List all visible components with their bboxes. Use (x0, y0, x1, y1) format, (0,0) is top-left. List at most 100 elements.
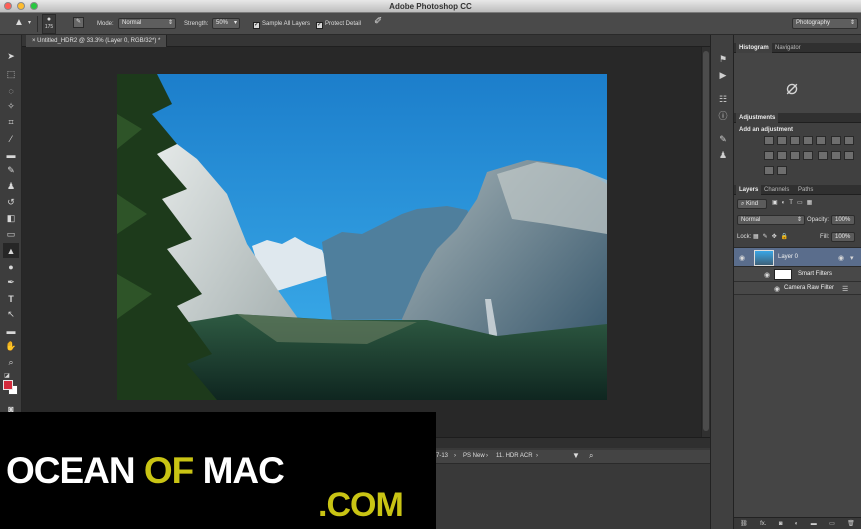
link-layers-icon[interactable]: ⛓ (740, 520, 748, 527)
actions-panel-icon[interactable]: ▶ (717, 69, 729, 81)
brightness-contrast-icon[interactable] (764, 136, 774, 145)
invert-icon[interactable] (817, 151, 828, 160)
lasso-tool-icon[interactable]: ◌ (3, 83, 19, 98)
mode-select[interactable]: Normal ⇕ (118, 18, 176, 29)
dodge-tool-icon[interactable]: ● (3, 259, 19, 274)
new-layer-icon[interactable]: ▭ (829, 520, 835, 527)
delete-layer-icon[interactable]: 🗑 (847, 520, 855, 527)
layer-style-icon[interactable]: fx. (760, 521, 766, 527)
sharpen-tool-icon[interactable]: ▲ (3, 243, 19, 258)
filter-mask-thumbnail (774, 269, 792, 280)
clone-stamp-tool-icon[interactable]: ♟ (3, 179, 19, 194)
opacity-input[interactable]: 100% (831, 215, 855, 225)
tab-adjustments[interactable]: Adjustments (736, 113, 779, 123)
tab-paths[interactable]: Paths (795, 185, 816, 195)
layer-row-selected[interactable]: ◉ Layer 0 ◉ ▾ (734, 247, 861, 267)
sample-all-layers-checkbox[interactable]: ✓ Sample All Layers (253, 18, 310, 30)
quick-selection-tool-icon[interactable]: ✧ (3, 99, 19, 114)
search-icon[interactable]: ⌕ (589, 451, 593, 461)
brush-tool-icon[interactable]: ✎ (3, 163, 19, 178)
tab-channels[interactable]: Channels (761, 185, 792, 195)
workspace-select[interactable]: Photography ⇕ (792, 18, 858, 29)
healing-brush-tool-icon[interactable]: ▬ (3, 147, 19, 162)
smart-filter-toggle-icon[interactable]: ◉ (838, 254, 844, 262)
rectangle-tool-icon[interactable]: ▬ (3, 323, 19, 338)
new-group-icon[interactable]: ▬ (811, 521, 817, 527)
layer-filter-icons[interactable]: ▣◐T▭▦ (772, 198, 816, 209)
add-mask-icon[interactable]: ◙ (779, 521, 783, 527)
selective-color-icon[interactable] (777, 166, 787, 175)
scrollbar-thumb[interactable] (703, 51, 709, 431)
type-tool-icon[interactable]: T (3, 291, 19, 306)
threshold-icon[interactable] (843, 151, 854, 160)
info-panel-icon[interactable]: ⓘ (717, 109, 729, 121)
color-balance-icon[interactable] (843, 136, 854, 145)
tab-histogram[interactable]: Histogram (736, 43, 772, 53)
levels-icon[interactable] (777, 136, 787, 145)
color-lookup-icon[interactable] (803, 151, 813, 160)
filter-icon[interactable]: ▼ (572, 451, 580, 460)
history-brush-tool-icon[interactable]: ↺ (3, 195, 19, 210)
channel-mixer-icon[interactable] (790, 151, 800, 160)
path-selection-tool-icon[interactable]: ↖ (3, 307, 19, 322)
pressure-pen-icon[interactable]: ✐ (374, 16, 382, 28)
tool-preset-dropdown[interactable]: ▾ (28, 17, 31, 29)
brush-panel-icon[interactable]: ✎ (717, 133, 729, 145)
visibility-eye-icon[interactable]: ◉ (764, 271, 770, 279)
blend-mode-select[interactable]: Normal ⇕ (737, 215, 805, 225)
vibrance-icon[interactable] (816, 136, 826, 145)
sharpen-tool-icon[interactable]: ▲ (14, 17, 24, 29)
adjustment-layer-icon[interactable]: ◐ (795, 521, 799, 527)
breadcrumb-item[interactable]: PS New (463, 453, 485, 459)
layer-name: Smart Filters (798, 271, 833, 277)
posterize-icon[interactable] (830, 151, 841, 160)
breadcrumb-item[interactable]: 7-13 (436, 453, 448, 459)
layer-thumbnail (754, 250, 774, 266)
chevron-right-icon: › (454, 453, 456, 459)
exposure-icon[interactable] (803, 136, 813, 145)
layer-row[interactable]: ◉ Smart Filters (734, 267, 861, 282)
checkmark-icon: ✓ (253, 22, 260, 29)
strength-input[interactable]: 50% ▾ (212, 18, 240, 29)
pen-tool-icon[interactable]: ✒ (3, 275, 19, 290)
history-panel-icon[interactable]: ⚑ (717, 53, 729, 65)
clone-source-panel-icon[interactable]: ♟ (717, 149, 729, 161)
tab-navigator[interactable]: Navigator (772, 43, 804, 53)
layer-kind-filter[interactable]: ⌕ Kind (737, 199, 767, 209)
brush-preset-picker[interactable]: ● 175 (42, 14, 56, 34)
expand-icon[interactable]: ▾ (850, 254, 854, 262)
gradient-tool-icon[interactable]: ▭ (3, 227, 19, 242)
visibility-eye-icon[interactable]: ◉ (774, 285, 780, 293)
hand-tool-icon[interactable]: ✋ (3, 339, 19, 354)
options-bar: ▲ ▾ ● 175 ✎ Mode: Normal ⇕ Strength: 50%… (0, 13, 861, 35)
properties-panel-icon[interactable]: ☷ (717, 93, 729, 105)
watermark-com: .COM (318, 486, 404, 524)
fill-input[interactable]: 100% (831, 232, 855, 242)
tab-layers[interactable]: Layers (736, 185, 762, 195)
protect-detail-checkbox[interactable]: ✓ Protect Detail (316, 18, 361, 30)
eyedropper-tool-icon[interactable]: ⁄ (3, 131, 19, 146)
hue-saturation-icon[interactable] (830, 136, 841, 145)
move-tool-icon[interactable]: ➤ (3, 49, 19, 64)
lock-buttons[interactable]: ▦✎✥🔒 (753, 232, 792, 243)
crop-tool-icon[interactable]: ⌗ (3, 115, 19, 130)
workspace-value: Photography (796, 20, 831, 26)
visibility-eye-icon[interactable]: ◉ (739, 254, 745, 262)
document-tab[interactable]: × Untitled_HDR2 @ 33.3% (Layer 0, RGB/32… (26, 35, 168, 47)
layers-list-empty-area[interactable] (734, 295, 861, 517)
document-image[interactable] (117, 74, 607, 400)
black-white-icon[interactable] (764, 151, 774, 160)
gradient-map-icon[interactable] (764, 166, 774, 175)
chevron-right-icon: › (536, 453, 538, 459)
foreground-color-swatch[interactable] (3, 380, 13, 390)
curves-icon[interactable] (790, 136, 800, 145)
filter-options-icon[interactable]: ☰ (842, 285, 848, 293)
layer-row[interactable]: ◉ Camera Raw Filter ☰ (734, 282, 861, 295)
breadcrumb-item[interactable]: 11. HDR ACR (496, 453, 533, 459)
brush-panel-toggle-icon[interactable]: ✎ (73, 17, 84, 28)
photo-filter-icon[interactable] (777, 151, 787, 160)
marquee-tool-icon[interactable]: ⬚ (3, 67, 19, 82)
adjustment-buttons (764, 136, 860, 181)
eraser-tool-icon[interactable]: ◧ (3, 211, 19, 226)
canvas-vertical-scrollbar[interactable] (701, 47, 710, 437)
